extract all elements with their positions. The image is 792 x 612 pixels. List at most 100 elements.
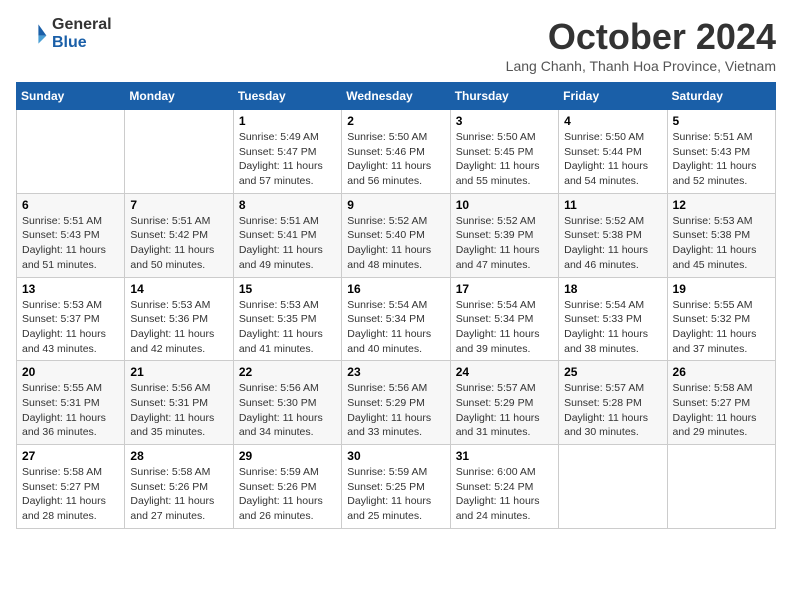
calendar-cell: 9Sunrise: 5:52 AMSunset: 5:40 PMDaylight… <box>342 193 450 277</box>
cell-info: Sunrise: 5:58 AMSunset: 5:27 PMDaylight:… <box>22 465 119 524</box>
day-number: 24 <box>456 365 553 379</box>
logo-icon <box>16 18 48 50</box>
calendar-cell: 5 Sunrise: 5:51 AMSunset: 5:43 PMDaylight… <box>667 110 775 194</box>
calendar-cell: 28Sunrise: 5:58 AMSunset: 5:26 PMDayligh… <box>125 445 233 529</box>
cell-info: Sunrise: 5:55 AMSunset: 5:32 PMDaylight:… <box>673 298 770 357</box>
cell-info: Sunrise: 5:54 AMSunset: 5:33 PMDaylight:… <box>564 298 661 357</box>
calendar-cell: 10Sunrise: 5:52 AMSunset: 5:39 PMDayligh… <box>450 193 558 277</box>
calendar-cell: 31 Sunrise: 6:00 AMSunset: 5:24 PMDayligh… <box>450 445 558 529</box>
calendar-cell: 18 Sunrise: 5:54 AMSunset: 5:33 PMDayligh… <box>559 277 667 361</box>
cell-info: Sunrise: 5:50 AMSunset: 5:44 PMDaylight:… <box>564 130 661 189</box>
cell-info: Sunrise: 6:00 AMSunset: 5:24 PMDaylight:… <box>456 465 553 524</box>
calendar-cell: 17 Sunrise: 5:54 AMSunset: 5:34 PMDayligh… <box>450 277 558 361</box>
calendar-cell: 7 Sunrise: 5:51 AMSunset: 5:42 PMDaylight… <box>125 193 233 277</box>
calendar-week-row: 6 Sunrise: 5:51 AMSunset: 5:43 PMDaylight… <box>17 193 776 277</box>
cell-info: Sunrise: 5:51 AMSunset: 5:42 PMDaylight:… <box>130 214 227 273</box>
calendar-header-cell: Wednesday <box>342 83 450 110</box>
cell-info: Sunrise: 5:54 AMSunset: 5:34 PMDaylight:… <box>347 298 444 357</box>
calendar-cell: 22 Sunrise: 5:56 AMSunset: 5:30 PMDayligh… <box>233 361 341 445</box>
calendar-cell: 27 Sunrise: 5:58 AMSunset: 5:27 PMDayligh… <box>17 445 125 529</box>
cell-info: Sunrise: 5:55 AMSunset: 5:31 PMDaylight:… <box>22 381 119 440</box>
calendar-cell: 6 Sunrise: 5:51 AMSunset: 5:43 PMDaylight… <box>17 193 125 277</box>
calendar-header-cell: Tuesday <box>233 83 341 110</box>
calendar-week-row: 1 Sunrise: 5:49 AMSunset: 5:47 PMDaylight… <box>17 110 776 194</box>
day-number: 27 <box>22 449 119 463</box>
calendar-header-cell: Friday <box>559 83 667 110</box>
day-number: 8 <box>239 198 336 212</box>
calendar-cell: 23 Sunrise: 5:56 AMSunset: 5:29 PMDayligh… <box>342 361 450 445</box>
title-block: October 2024 Lang Chanh, Thanh Hoa Provi… <box>506 16 776 74</box>
day-number: 11 <box>564 198 661 212</box>
day-number: 5 <box>673 114 770 128</box>
cell-info: Sunrise: 5:51 AMSunset: 5:43 PMDaylight:… <box>22 214 119 273</box>
calendar-cell: 12Sunrise: 5:53 AMSunset: 5:38 PMDayligh… <box>667 193 775 277</box>
cell-info: Sunrise: 5:52 AMSunset: 5:40 PMDaylight:… <box>347 214 444 273</box>
calendar-cell: 11 Sunrise: 5:52 AMSunset: 5:38 PMDayligh… <box>559 193 667 277</box>
day-number: 30 <box>347 449 444 463</box>
calendar-table: SundayMondayTuesdayWednesdayThursdayFrid… <box>16 82 776 529</box>
calendar-cell: 21 Sunrise: 5:56 AMSunset: 5:31 PMDayligh… <box>125 361 233 445</box>
day-number: 26 <box>673 365 770 379</box>
calendar-cell: 1 Sunrise: 5:49 AMSunset: 5:47 PMDaylight… <box>233 110 341 194</box>
cell-info: Sunrise: 5:57 AMSunset: 5:28 PMDaylight:… <box>564 381 661 440</box>
calendar-cell: 26Sunrise: 5:58 AMSunset: 5:27 PMDayligh… <box>667 361 775 445</box>
cell-info: Sunrise: 5:54 AMSunset: 5:34 PMDaylight:… <box>456 298 553 357</box>
day-number: 6 <box>22 198 119 212</box>
calendar-week-row: 27 Sunrise: 5:58 AMSunset: 5:27 PMDayligh… <box>17 445 776 529</box>
calendar-cell: 25Sunrise: 5:57 AMSunset: 5:28 PMDayligh… <box>559 361 667 445</box>
day-number: 16 <box>347 282 444 296</box>
day-number: 21 <box>130 365 227 379</box>
calendar-cell: 24 Sunrise: 5:57 AMSunset: 5:29 PMDayligh… <box>450 361 558 445</box>
cell-info: Sunrise: 5:56 AMSunset: 5:30 PMDaylight:… <box>239 381 336 440</box>
day-number: 3 <box>456 114 553 128</box>
cell-info: Sunrise: 5:49 AMSunset: 5:47 PMDaylight:… <box>239 130 336 189</box>
day-number: 7 <box>130 198 227 212</box>
day-number: 2 <box>347 114 444 128</box>
day-number: 17 <box>456 282 553 296</box>
cell-info: Sunrise: 5:52 AMSunset: 5:38 PMDaylight:… <box>564 214 661 273</box>
calendar-cell: 13 Sunrise: 5:53 AMSunset: 5:37 PMDayligh… <box>17 277 125 361</box>
cell-info: Sunrise: 5:56 AMSunset: 5:31 PMDaylight:… <box>130 381 227 440</box>
cell-info: Sunrise: 5:51 AMSunset: 5:43 PMDaylight:… <box>673 130 770 189</box>
cell-info: Sunrise: 5:52 AMSunset: 5:39 PMDaylight:… <box>456 214 553 273</box>
day-number: 31 <box>456 449 553 463</box>
calendar-header-row: SundayMondayTuesdayWednesdayThursdayFrid… <box>17 83 776 110</box>
calendar-cell <box>559 445 667 529</box>
calendar-cell: 30Sunrise: 5:59 AMSunset: 5:25 PMDayligh… <box>342 445 450 529</box>
calendar-cell: 20 Sunrise: 5:55 AMSunset: 5:31 PMDayligh… <box>17 361 125 445</box>
day-number: 13 <box>22 282 119 296</box>
day-number: 1 <box>239 114 336 128</box>
day-number: 14 <box>130 282 227 296</box>
calendar-cell: 2Sunrise: 5:50 AMSunset: 5:46 PMDaylight… <box>342 110 450 194</box>
page-header: General Blue October 2024 Lang Chanh, Th… <box>16 16 776 74</box>
subtitle: Lang Chanh, Thanh Hoa Province, Vietnam <box>506 58 776 74</box>
calendar-header-cell: Thursday <box>450 83 558 110</box>
calendar-cell <box>125 110 233 194</box>
cell-info: Sunrise: 5:59 AMSunset: 5:26 PMDaylight:… <box>239 465 336 524</box>
day-number: 20 <box>22 365 119 379</box>
day-number: 29 <box>239 449 336 463</box>
calendar-week-row: 13 Sunrise: 5:53 AMSunset: 5:37 PMDayligh… <box>17 277 776 361</box>
logo: General Blue <box>16 16 112 52</box>
calendar-cell: 16 Sunrise: 5:54 AMSunset: 5:34 PMDayligh… <box>342 277 450 361</box>
cell-info: Sunrise: 5:51 AMSunset: 5:41 PMDaylight:… <box>239 214 336 273</box>
day-number: 19 <box>673 282 770 296</box>
calendar-cell: 3Sunrise: 5:50 AMSunset: 5:45 PMDaylight… <box>450 110 558 194</box>
day-number: 22 <box>239 365 336 379</box>
calendar-body: 1 Sunrise: 5:49 AMSunset: 5:47 PMDaylight… <box>17 110 776 529</box>
day-number: 12 <box>673 198 770 212</box>
calendar-cell: 15Sunrise: 5:53 AMSunset: 5:35 PMDayligh… <box>233 277 341 361</box>
day-number: 4 <box>564 114 661 128</box>
day-number: 23 <box>347 365 444 379</box>
calendar-cell <box>17 110 125 194</box>
cell-info: Sunrise: 5:56 AMSunset: 5:29 PMDaylight:… <box>347 381 444 440</box>
calendar-cell <box>667 445 775 529</box>
cell-info: Sunrise: 5:53 AMSunset: 5:36 PMDaylight:… <box>130 298 227 357</box>
calendar-cell: 19 Sunrise: 5:55 AMSunset: 5:32 PMDayligh… <box>667 277 775 361</box>
cell-info: Sunrise: 5:57 AMSunset: 5:29 PMDaylight:… <box>456 381 553 440</box>
calendar-week-row: 20 Sunrise: 5:55 AMSunset: 5:31 PMDayligh… <box>17 361 776 445</box>
calendar-cell: 29 Sunrise: 5:59 AMSunset: 5:26 PMDayligh… <box>233 445 341 529</box>
day-number: 28 <box>130 449 227 463</box>
day-number: 18 <box>564 282 661 296</box>
cell-info: Sunrise: 5:53 AMSunset: 5:37 PMDaylight:… <box>22 298 119 357</box>
